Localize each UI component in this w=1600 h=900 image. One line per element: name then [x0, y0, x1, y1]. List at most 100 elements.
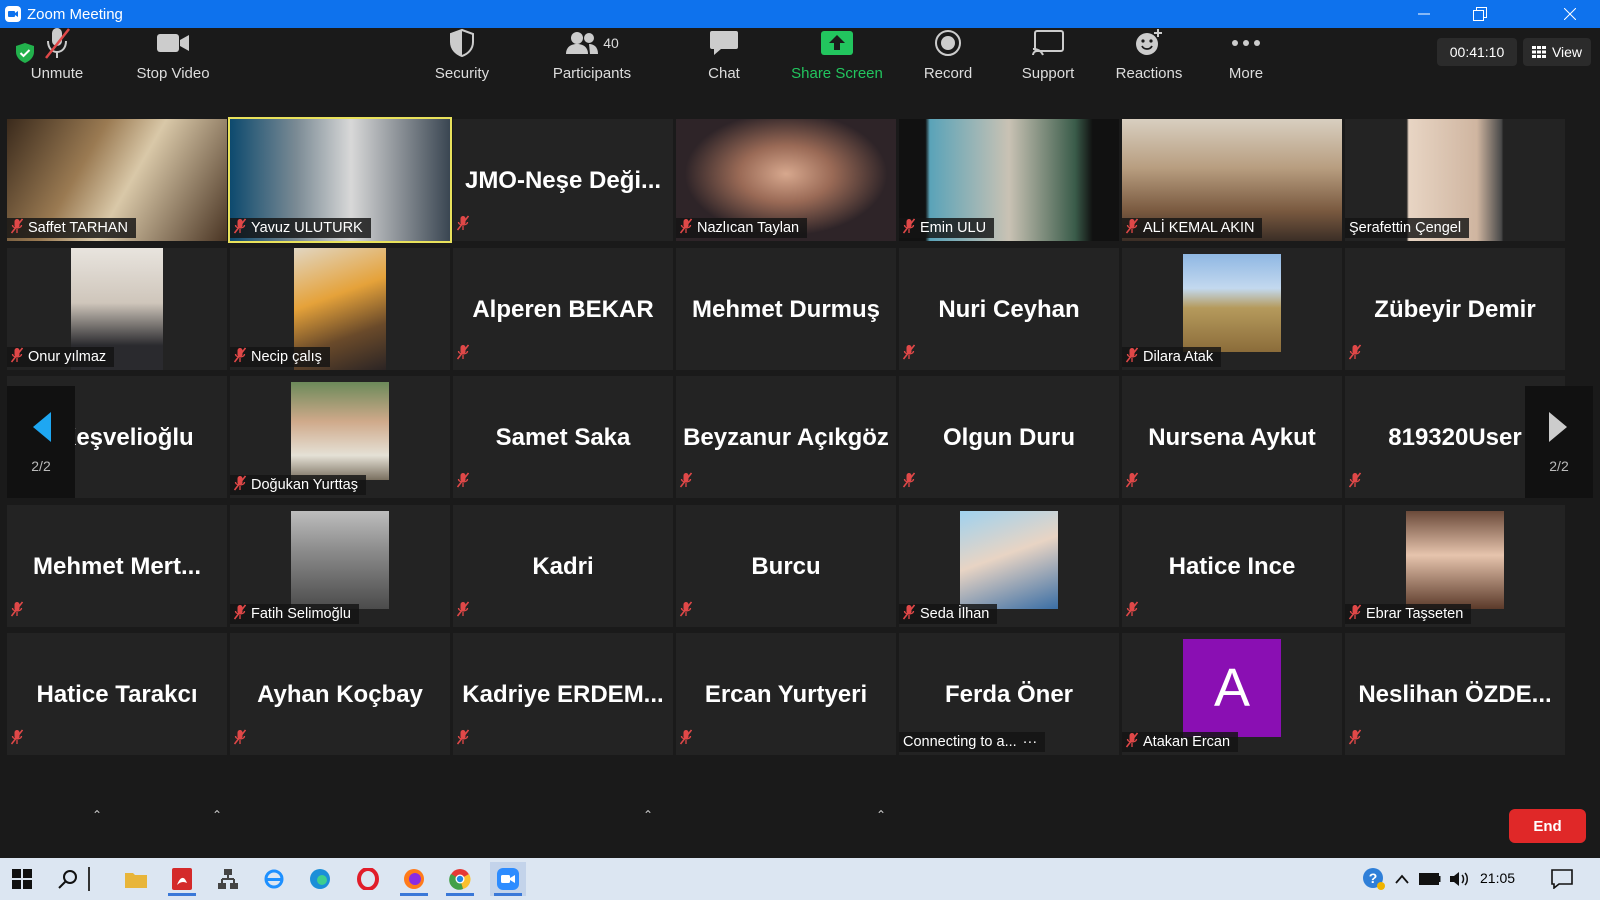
participant-tile[interactable]: Saffet TARHAN [7, 119, 227, 241]
share-options-caret[interactable]: ⌃ [876, 808, 886, 822]
taskbar-chrome[interactable] [442, 862, 478, 896]
taskbar-zoom[interactable] [490, 862, 526, 896]
view-button[interactable]: View [1523, 38, 1591, 66]
action-center-button[interactable] [1544, 862, 1580, 896]
edge-browser-icon [310, 869, 330, 889]
stop-video-button[interactable]: Stop Video [128, 0, 218, 82]
taskbar-clock[interactable]: 21:05 [1480, 870, 1515, 886]
tray-overflow-button[interactable] [1390, 862, 1414, 896]
participant-tile[interactable]: ALİ KEMAL AKIN [1122, 119, 1342, 241]
participant-tile[interactable]: Zübeyir Demir [1345, 248, 1565, 370]
mic-muted-icon [1348, 344, 1362, 360]
security-button[interactable]: Security [422, 0, 502, 82]
mic-muted-icon [902, 604, 916, 620]
participant-tile[interactable]: Samet Saka [453, 376, 673, 498]
participant-tile[interactable]: Dilara Atak [1122, 248, 1342, 370]
more-dots-icon: ··· [1022, 734, 1038, 750]
mic-muted-icon [456, 472, 470, 488]
participant-tile[interactable]: Seda İlhan [899, 505, 1119, 627]
participant-tile[interactable]: Onur yılmaz [7, 248, 227, 370]
folder-icon [125, 873, 147, 888]
minimize-button[interactable] [1396, 0, 1452, 28]
taskbar-network-app[interactable] [210, 862, 246, 896]
participant-tile[interactable]: Fatih Selimoğlu [230, 505, 450, 627]
participant-tile[interactable]: Nursena Aykut [1122, 376, 1342, 498]
support-button[interactable]: Support [1006, 0, 1090, 82]
mic-muted-icon [902, 344, 916, 360]
more-button[interactable]: More [1208, 0, 1284, 82]
chat-button[interactable]: Chat [686, 0, 762, 82]
mic-muted-icon [1125, 732, 1139, 748]
taskbar-opera[interactable] [350, 862, 386, 896]
mic-muted-icon [456, 344, 470, 360]
participant-tile[interactable]: Kadriye ERDEM... [453, 633, 673, 755]
participant-tile[interactable]: Nazlıcan Taylan [676, 119, 896, 241]
record-label: Record [923, 65, 973, 82]
tray-battery[interactable] [1416, 862, 1444, 896]
restore-button[interactable] [1452, 0, 1508, 28]
taskbar-search-button[interactable] [50, 862, 86, 896]
participant-tile[interactable]: Mehmet Durmuş [676, 248, 896, 370]
participant-tile[interactable]: Ferda Öner Connecting to a... ··· [899, 633, 1119, 755]
mute-indicator [10, 601, 24, 622]
participant-tile[interactable]: A Atakan Ercan [1122, 633, 1342, 755]
participant-tile[interactable]: Nuri Ceyhan [899, 248, 1119, 370]
participant-tile[interactable]: Olgun Duru [899, 376, 1119, 498]
participant-tile[interactable]: Burcu [676, 505, 896, 627]
previous-page-button[interactable]: 2/2 [7, 386, 75, 498]
taskbar-acrobat[interactable] [164, 862, 200, 896]
participant-name: Olgun Duru [943, 424, 1075, 451]
record-button[interactable]: Record [908, 0, 988, 82]
more-label: More [1228, 65, 1264, 82]
unmute-button[interactable]: Unmute [17, 0, 97, 82]
participant-tile[interactable]: Beyzanur Açıkgöz [676, 376, 896, 498]
tray-volume[interactable] [1446, 862, 1474, 896]
taskbar-firefox[interactable] [396, 862, 432, 896]
participants-button[interactable]: 40 Participants [542, 0, 642, 82]
participant-tile[interactable]: Doğukan Yurttaş [230, 376, 450, 498]
participant-tile[interactable]: Hatice Ince [1122, 505, 1342, 627]
participant-tile[interactable]: Ayhan Koçbay [230, 633, 450, 755]
mic-muted-icon [10, 601, 24, 617]
participant-tile[interactable]: Alperen BEKAR [453, 248, 673, 370]
participant-tile[interactable]: Mehmet Mert... [7, 505, 227, 627]
mic-muted-icon [233, 604, 247, 620]
participant-tile[interactable]: Emin ULU [899, 119, 1119, 241]
taskbar-file-explorer[interactable] [118, 862, 154, 896]
participant-name: Zübeyir Demir [1374, 296, 1536, 323]
participant-name: Beyzanur Açıkgöz [683, 424, 889, 451]
mute-indicator [1348, 344, 1362, 365]
meeting-timer: 00:41:10 [1437, 38, 1517, 66]
participant-tile[interactable]: Hatice Tarakcı [7, 633, 227, 755]
video-options-caret[interactable]: ⌃ [212, 808, 222, 822]
share-screen-label: Share Screen [791, 65, 883, 82]
taskbar-edge[interactable] [302, 862, 338, 896]
participant-tile[interactable]: Ebrar Taşseten [1345, 505, 1565, 627]
participant-photo [291, 382, 389, 480]
participant-name-label: Doğukan Yurttaş [230, 475, 366, 495]
participant-tile[interactable]: Kadri [453, 505, 673, 627]
reactions-button[interactable]: Reactions [1106, 0, 1192, 82]
end-meeting-button[interactable]: End [1509, 809, 1586, 843]
chat-label: Chat [708, 65, 740, 82]
mic-muted-icon [10, 218, 24, 234]
participant-tile[interactable]: Necip çalış [230, 248, 450, 370]
participant-tile[interactable]: Yavuz ULUTURK [228, 117, 452, 243]
next-page-button[interactable]: 2/2 [1525, 386, 1593, 498]
participant-tile[interactable]: Ercan Yurtyeri [676, 633, 896, 755]
audio-options-caret[interactable]: ⌃ [92, 808, 102, 822]
taskbar-internet-explorer[interactable] [256, 862, 292, 896]
share-screen-button[interactable]: Share Screen [784, 0, 890, 82]
mic-muted-icon [679, 472, 693, 488]
participant-photo [291, 511, 389, 609]
participant-tile[interactable]: Neslihan ÖZDE... [1345, 633, 1565, 755]
close-button[interactable] [1542, 0, 1598, 28]
participant-tile[interactable]: JMO-Neşe Deği... [453, 119, 673, 241]
start-button[interactable] [4, 862, 40, 896]
participants-options-caret[interactable]: ⌃ [643, 808, 653, 822]
participant-name: Nuri Ceyhan [938, 296, 1080, 323]
participant-tile[interactable]: Şerafettin Çengel [1345, 119, 1565, 241]
mic-muted-icon [456, 601, 470, 617]
tray-help-icon-button[interactable]: ? [1356, 862, 1392, 896]
reactions-smiley-icon [1136, 28, 1162, 55]
